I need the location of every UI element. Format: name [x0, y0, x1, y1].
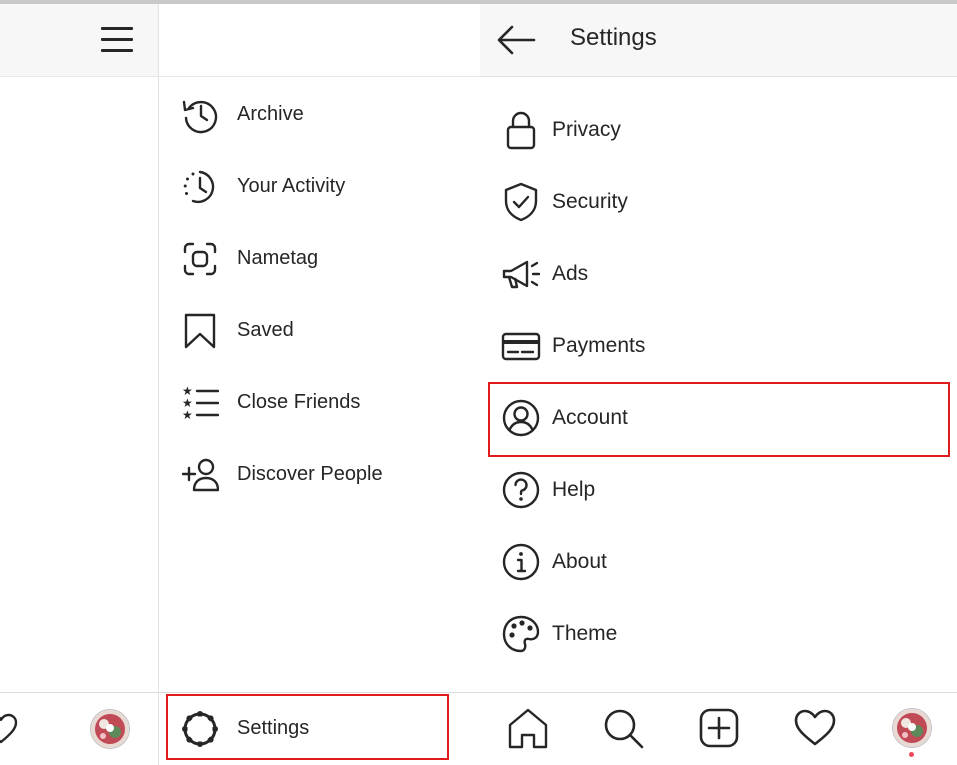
settings-item-privacy[interactable]: Privacy [480, 101, 957, 159]
profile-avatar[interactable] [90, 709, 130, 749]
svg-text:★: ★ [182, 408, 193, 422]
back-arrow-icon[interactable] [494, 20, 538, 60]
lock-icon [500, 109, 542, 151]
credit-card-icon [500, 325, 542, 367]
drawer-item-saved[interactable]: Saved [159, 303, 480, 359]
heart-icon[interactable] [0, 713, 18, 745]
settings-item-ads[interactable]: Ads [480, 245, 957, 303]
drawer-item-label: Close Friends [237, 391, 361, 413]
settings-item-label: Payments [552, 334, 646, 357]
drawer-item-label: Archive [237, 103, 304, 125]
settings-item-label: Help [552, 478, 596, 501]
profile-bottom-nav [0, 692, 158, 765]
settings-item-label: Security [552, 190, 628, 213]
add-person-icon [181, 456, 219, 494]
drawer-item-nametag[interactable]: Nametag [159, 231, 480, 287]
activity-heart-icon[interactable] [792, 705, 838, 751]
drawer-item-label: Nametag [237, 247, 319, 269]
settings-item-about[interactable]: About [480, 533, 957, 591]
drawer-item-label: Your Activity [237, 175, 346, 197]
search-icon[interactable] [600, 705, 646, 751]
drawer-item-label: Discover People [237, 463, 383, 485]
drawer-item-settings[interactable]: Settings [159, 701, 480, 757]
activity-icon [181, 168, 219, 206]
settings-item-help[interactable]: Help [480, 461, 957, 519]
menu-icon[interactable] [101, 25, 135, 55]
profile-avatar[interactable] [892, 708, 932, 748]
megaphone-icon [500, 253, 542, 295]
gear-icon [181, 710, 219, 748]
bottom-nav [480, 692, 957, 765]
settings-item-account[interactable]: Account [480, 389, 957, 447]
settings-item-label: Ads [552, 262, 589, 285]
bookmark-icon [181, 312, 219, 350]
settings-label: Settings [237, 717, 310, 739]
archive-icon [181, 96, 219, 134]
settings-item-payments[interactable]: Payments [480, 317, 957, 375]
nametag-icon [181, 240, 219, 278]
shield-check-icon [500, 181, 542, 223]
page-title: Settings [570, 24, 657, 51]
drawer-header [159, 4, 480, 77]
drawer-item-discover-people[interactable]: Discover People [159, 447, 480, 503]
drawer-item-close-friends[interactable]: ★ ★ ★ Close Friends [159, 375, 480, 431]
notification-dot [909, 752, 914, 757]
palette-icon [500, 613, 542, 655]
close-friends-icon: ★ ★ ★ [181, 384, 219, 422]
settings-header: Settings [480, 4, 957, 77]
drawer-screen: Archive Your Activity Nametag Saved ★ ★ ★ … [0, 4, 480, 765]
settings-item-theme[interactable]: Theme [480, 605, 957, 663]
drawer-item-archive[interactable]: Archive [159, 87, 480, 143]
home-icon[interactable] [505, 705, 551, 751]
drawer-footer: Settings [159, 692, 480, 765]
drawer-item-label: Saved [237, 319, 294, 341]
profile-header [0, 4, 158, 77]
settings-item-security[interactable]: Security [480, 173, 957, 231]
settings-item-label: Theme [552, 622, 618, 645]
account-icon [500, 397, 542, 439]
settings-item-label: Account [552, 406, 628, 429]
side-drawer: Archive Your Activity Nametag Saved ★ ★ ★ … [158, 4, 480, 765]
settings-screen: Settings Privacy Security Ads Payments A… [480, 4, 957, 765]
info-icon [500, 541, 542, 583]
settings-item-label: Privacy [552, 118, 621, 141]
drawer-item-your-activity[interactable]: Your Activity [159, 159, 480, 215]
settings-item-label: About [552, 550, 607, 573]
help-icon [500, 469, 542, 511]
profile-background [0, 4, 158, 765]
new-post-icon[interactable] [696, 705, 742, 751]
